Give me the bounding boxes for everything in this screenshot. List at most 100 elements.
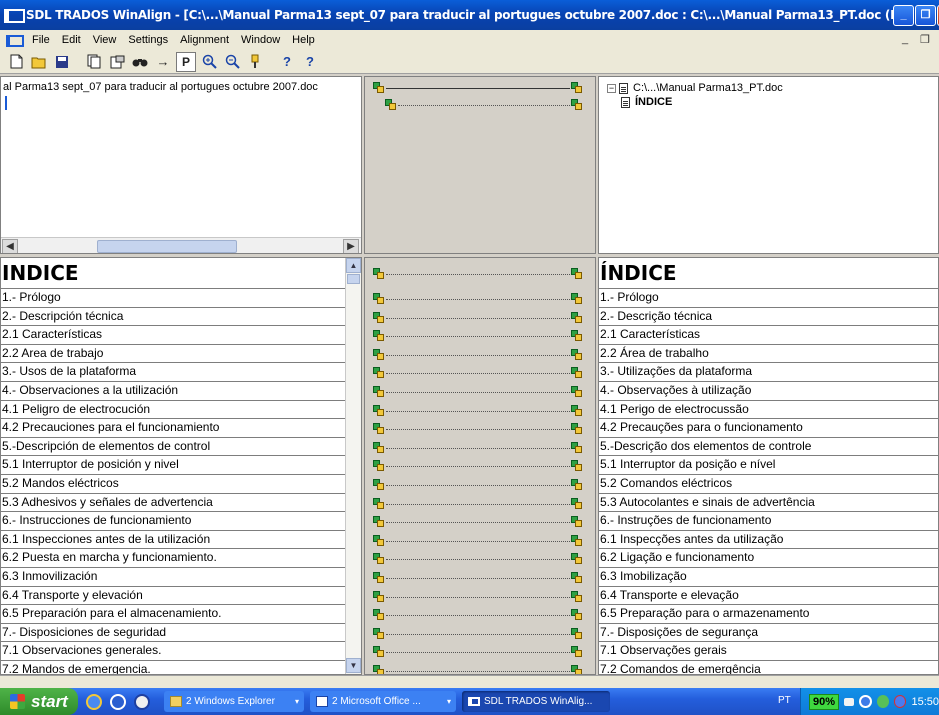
segment-row[interactable]: 7.- Disposições de segurança (599, 624, 938, 643)
messenger-icon[interactable] (894, 695, 907, 708)
power-plug-icon[interactable] (844, 697, 855, 706)
minimize-button[interactable]: _ (893, 5, 914, 26)
segment-row[interactable]: 5.3 Autocolantes e sinais de advertência (599, 494, 938, 513)
segment-row[interactable]: 1.- Prólogo (599, 289, 938, 308)
segment-row[interactable]: 7.1 Observaciones generales. (1, 642, 345, 661)
segment-link[interactable] (373, 268, 583, 280)
menu-settings[interactable]: Settings (122, 34, 174, 46)
segment-row[interactable]: 6.2 Puesta en marcha y funcionamiento. (1, 549, 345, 568)
open-folder-icon[interactable] (29, 52, 49, 72)
menu-help[interactable]: Help (286, 34, 321, 46)
target-segments-pane[interactable]: ÍNDICE 1.- Prólogo 2.- Descrição técnica 2.… (598, 257, 939, 675)
copy-document-icon[interactable] (84, 52, 104, 72)
battery-indicator[interactable]: 90% (809, 693, 840, 710)
segment-row[interactable]: 7.2 Comandos de emergência (599, 661, 938, 674)
segment-row[interactable]: 6.4 Transporte e elevação (599, 587, 938, 606)
segment-link[interactable] (373, 330, 583, 342)
segment-row[interactable]: 2.- Descrição técnica (599, 308, 938, 327)
zoom-in-icon[interactable] (199, 52, 219, 72)
segment-row[interactable]: 5.1 Interruptor da posição e nível (599, 456, 938, 475)
document-minimize-button[interactable]: _ (902, 33, 908, 45)
segment-row[interactable]: 4.1 Peligro de electrocución (1, 401, 345, 420)
segment-link[interactable] (373, 572, 583, 584)
segment-row[interactable]: 7.2 Mandos de emergencia. (1, 661, 345, 674)
segment-row[interactable]: 5.-Descrição dos elementos de controle (599, 438, 938, 457)
segment-link[interactable] (373, 479, 583, 491)
segment-row[interactable]: 4.1 Perigo de electrocussão (599, 401, 938, 420)
segment-row[interactable]: 6.2 Ligação e funcionamento (599, 549, 938, 568)
network-icon[interactable] (859, 695, 872, 708)
segment-row[interactable]: 6.4 Transporte y elevación (1, 587, 345, 606)
segment-heading[interactable]: INDICE (1, 258, 345, 289)
properties-icon[interactable] (107, 52, 127, 72)
segment-link[interactable] (373, 646, 583, 658)
segment-row[interactable]: 1.- Prólogo (1, 289, 345, 308)
whats-this-help-icon[interactable]: ? (300, 52, 320, 72)
collapse-icon[interactable]: − (607, 83, 616, 93)
segment-row[interactable]: 2.- Descripción técnica (1, 308, 345, 327)
structure-link[interactable] (373, 82, 583, 94)
segment-row[interactable]: 6.1 Inspecções antes da utilização (599, 531, 938, 550)
title-bar[interactable]: SDL TRADOS WinAlign - [C:\...\Manual Par… (0, 0, 939, 30)
horizontal-scrollbar[interactable]: ◀ ▶ (1, 237, 361, 253)
help-icon[interactable]: ? (277, 52, 297, 72)
menu-window[interactable]: Window (235, 34, 286, 46)
next-arrow-icon[interactable]: → (153, 52, 173, 72)
restore-button[interactable]: ❐ (915, 5, 936, 26)
menu-file[interactable]: File (26, 34, 56, 46)
segment-link[interactable] (373, 553, 583, 565)
segment-alignment-pane[interactable] (364, 257, 596, 675)
structure-alignment-pane[interactable] (364, 76, 596, 254)
segment-row[interactable]: 5.1 Interruptor de posición y nivel (1, 456, 345, 475)
paragraph-mode-button[interactable]: P (176, 51, 196, 72)
taskbar-microsoft-office[interactable]: 2 Microsoft Office ... ▾ (310, 691, 456, 712)
segment-row[interactable]: 6.1 Inspecciones antes de la utilización (1, 531, 345, 550)
segment-link[interactable] (373, 460, 583, 472)
segment-link[interactable] (373, 590, 583, 603)
segment-link[interactable] (373, 516, 583, 528)
segment-link[interactable] (373, 627, 583, 640)
segment-link[interactable] (373, 423, 583, 435)
segment-link[interactable] (373, 441, 583, 454)
tree-node-indice[interactable]: ÍNDICE (621, 95, 783, 109)
segment-row[interactable]: 4.2 Precauções para o funcionamento (599, 419, 938, 438)
menu-alignment[interactable]: Alignment (174, 34, 235, 46)
structure-link[interactable] (385, 99, 583, 111)
segment-row[interactable]: 5.-Descripción de elementos de control (1, 438, 345, 457)
segment-row[interactable]: 6.3 Imobilização (599, 568, 938, 587)
segment-row[interactable]: 6.5 Preparação para o armazenamento (599, 605, 938, 624)
browser-icon[interactable] (110, 693, 126, 710)
segment-row[interactable]: 6.- Instrucciones de funcionamiento (1, 512, 345, 531)
source-segments-pane[interactable]: INDICE 1.- Prólogo 2.- Descripción técnica… (0, 257, 362, 675)
binoculars-icon[interactable] (130, 52, 150, 72)
segment-row[interactable]: 2.1 Características (599, 326, 938, 345)
segment-row[interactable]: 7.1 Observações gerais (599, 642, 938, 661)
scroll-up-icon[interactable]: ▲ (346, 258, 361, 273)
segment-row[interactable]: 4.2 Precauciones para el funcionamiento (1, 419, 345, 438)
zoom-out-icon[interactable] (222, 52, 242, 72)
new-file-icon[interactable] (6, 52, 26, 72)
segment-link[interactable] (373, 665, 583, 674)
segment-link[interactable] (373, 534, 583, 547)
document-window-icon[interactable] (6, 33, 24, 47)
input-language-indicator[interactable]: PT (778, 695, 791, 706)
segment-row[interactable]: 2.2 Area de trabajo (1, 345, 345, 364)
segment-row[interactable]: 6.- Instruções de funcionamento (599, 512, 938, 531)
segment-link[interactable] (373, 367, 583, 379)
segment-row[interactable]: 6.5 Preparación para el almacenamiento. (1, 605, 345, 624)
segment-row[interactable]: 4.- Observaciones a la utilización (1, 382, 345, 401)
segment-link[interactable] (373, 497, 583, 510)
segment-row[interactable]: 2.1 Características (1, 326, 345, 345)
segment-link[interactable] (373, 311, 583, 324)
segment-link[interactable] (373, 293, 583, 305)
scroll-right-icon[interactable]: ▶ (343, 239, 359, 253)
start-button[interactable]: start (0, 688, 78, 715)
save-icon[interactable] (52, 52, 72, 72)
segment-row[interactable]: 3.- Usos de la plataforma (1, 363, 345, 382)
segment-row[interactable]: 6.3 Inmovilización (1, 568, 345, 587)
internet-explorer-icon[interactable] (86, 693, 102, 710)
scroll-left-icon[interactable]: ◀ (2, 239, 18, 253)
document-restore-button[interactable]: ❐ (920, 33, 930, 46)
menu-view[interactable]: View (87, 34, 123, 46)
segment-link[interactable] (373, 609, 583, 621)
